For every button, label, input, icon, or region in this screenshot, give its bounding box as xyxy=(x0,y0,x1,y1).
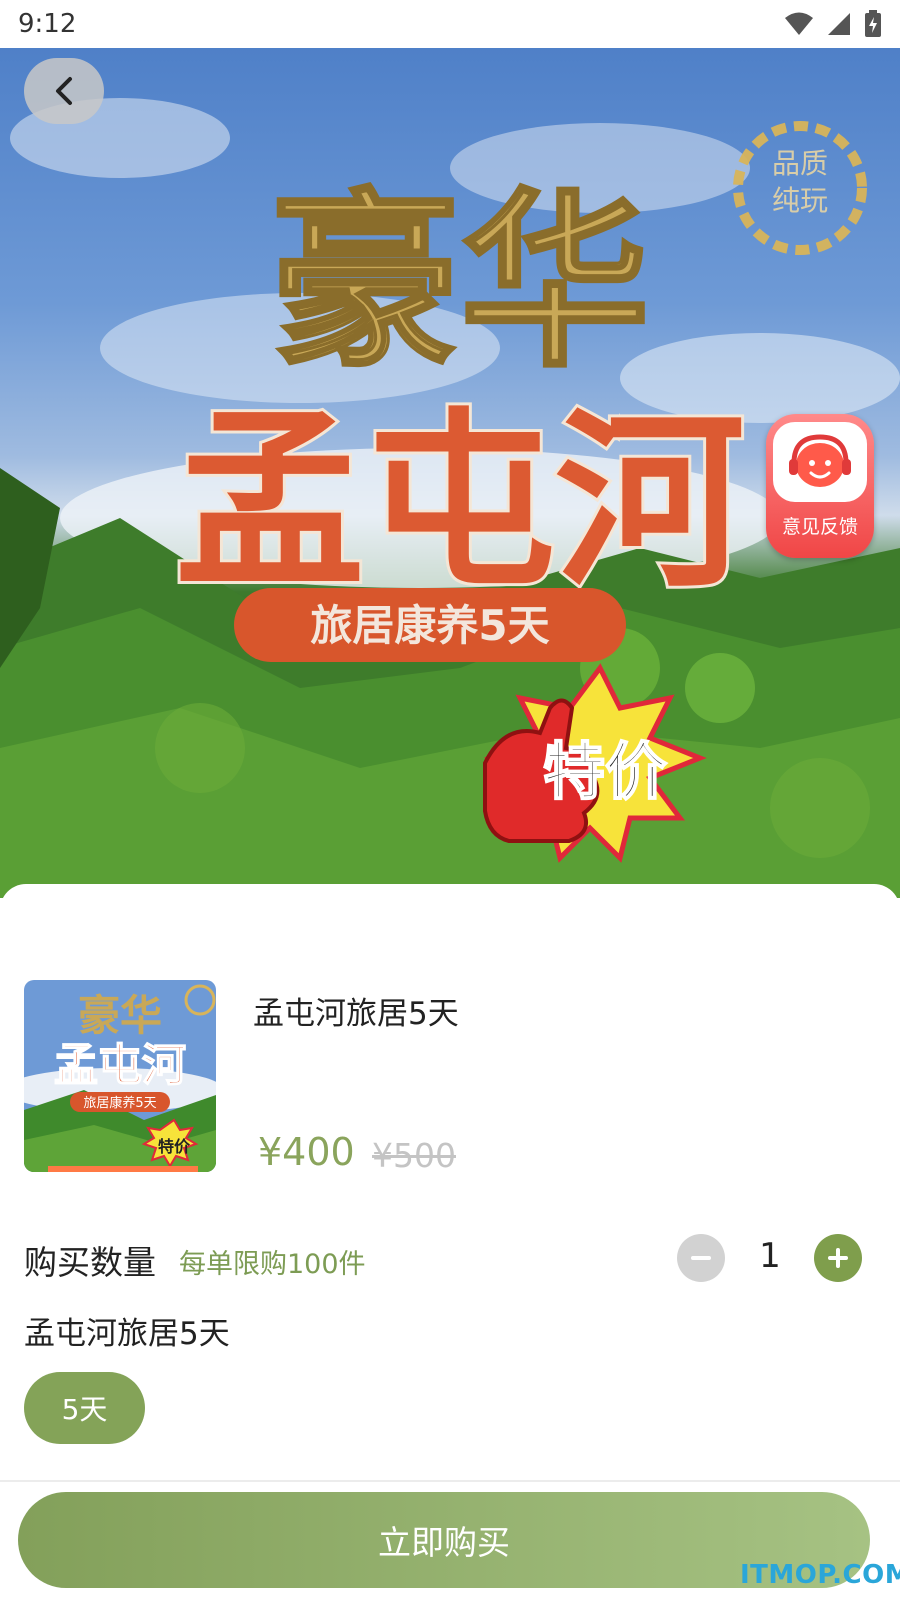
svg-text:纯玩: 纯玩 xyxy=(772,184,828,217)
status-time: 9:12 xyxy=(18,9,77,39)
quantity-limit: 每单限购100件 xyxy=(179,1249,366,1280)
headset-mascot-icon xyxy=(789,434,851,487)
hero-ribbon: 旅居康养5天 xyxy=(310,601,549,650)
hero-deal-tag: 特价 xyxy=(543,735,667,808)
wifi-icon xyxy=(785,12,813,35)
status-bar: 9:12 xyxy=(0,0,900,48)
plus-icon xyxy=(828,1248,848,1268)
increase-quantity-button[interactable] xyxy=(814,1234,862,1282)
hero-scenery: 品质 纯玩 豪华 孟屯河 旅居康养5天 特价 xyxy=(0,98,900,898)
quantity-label: 购买数量 xyxy=(24,1243,156,1282)
divider xyxy=(0,1480,900,1482)
hero-headline-top: 豪华 xyxy=(270,172,650,393)
status-icons xyxy=(784,10,882,38)
svg-text:豪华: 豪华 xyxy=(78,991,162,1040)
variant-option-5-days[interactable]: 5天 xyxy=(24,1372,145,1444)
svg-text:旅居康养5天: 旅居康养5天 xyxy=(83,1095,156,1111)
original-price: ¥500 xyxy=(372,1136,456,1175)
variant-title: 孟屯河旅居5天 xyxy=(24,1316,230,1352)
svg-text:特价: 特价 xyxy=(158,1137,191,1156)
chevron-left-icon xyxy=(56,77,72,105)
quality-badge: 品质 纯玩 xyxy=(733,121,867,255)
watermark: ITMOP.COM xyxy=(740,1560,900,1590)
svg-text:品质: 品质 xyxy=(772,147,828,180)
decrease-quantity-button[interactable] xyxy=(677,1234,725,1282)
hero-headline-main: 孟屯河 xyxy=(175,392,745,613)
product-thumbnail: 豪华 孟屯河 旅居康养5天 特价 xyxy=(24,980,216,1172)
product-price: ¥400 xyxy=(258,1130,355,1174)
svg-text:孟屯河: 孟屯河 xyxy=(54,1040,186,1091)
quantity-value: 1 xyxy=(759,1236,781,1276)
product-title: 孟屯河旅居5天 xyxy=(253,996,459,1032)
back-button[interactable] xyxy=(24,58,104,124)
minus-icon xyxy=(691,1256,711,1260)
battery-charging-icon xyxy=(865,10,881,37)
signal-icon xyxy=(828,13,850,35)
feedback-button[interactable]: 意见反馈 xyxy=(766,414,874,558)
feedback-label: 意见反馈 xyxy=(781,516,858,538)
hero-banner: 品质 纯玩 豪华 孟屯河 旅居康养5天 特价 xyxy=(0,48,900,898)
feedback-mascot xyxy=(773,422,867,502)
